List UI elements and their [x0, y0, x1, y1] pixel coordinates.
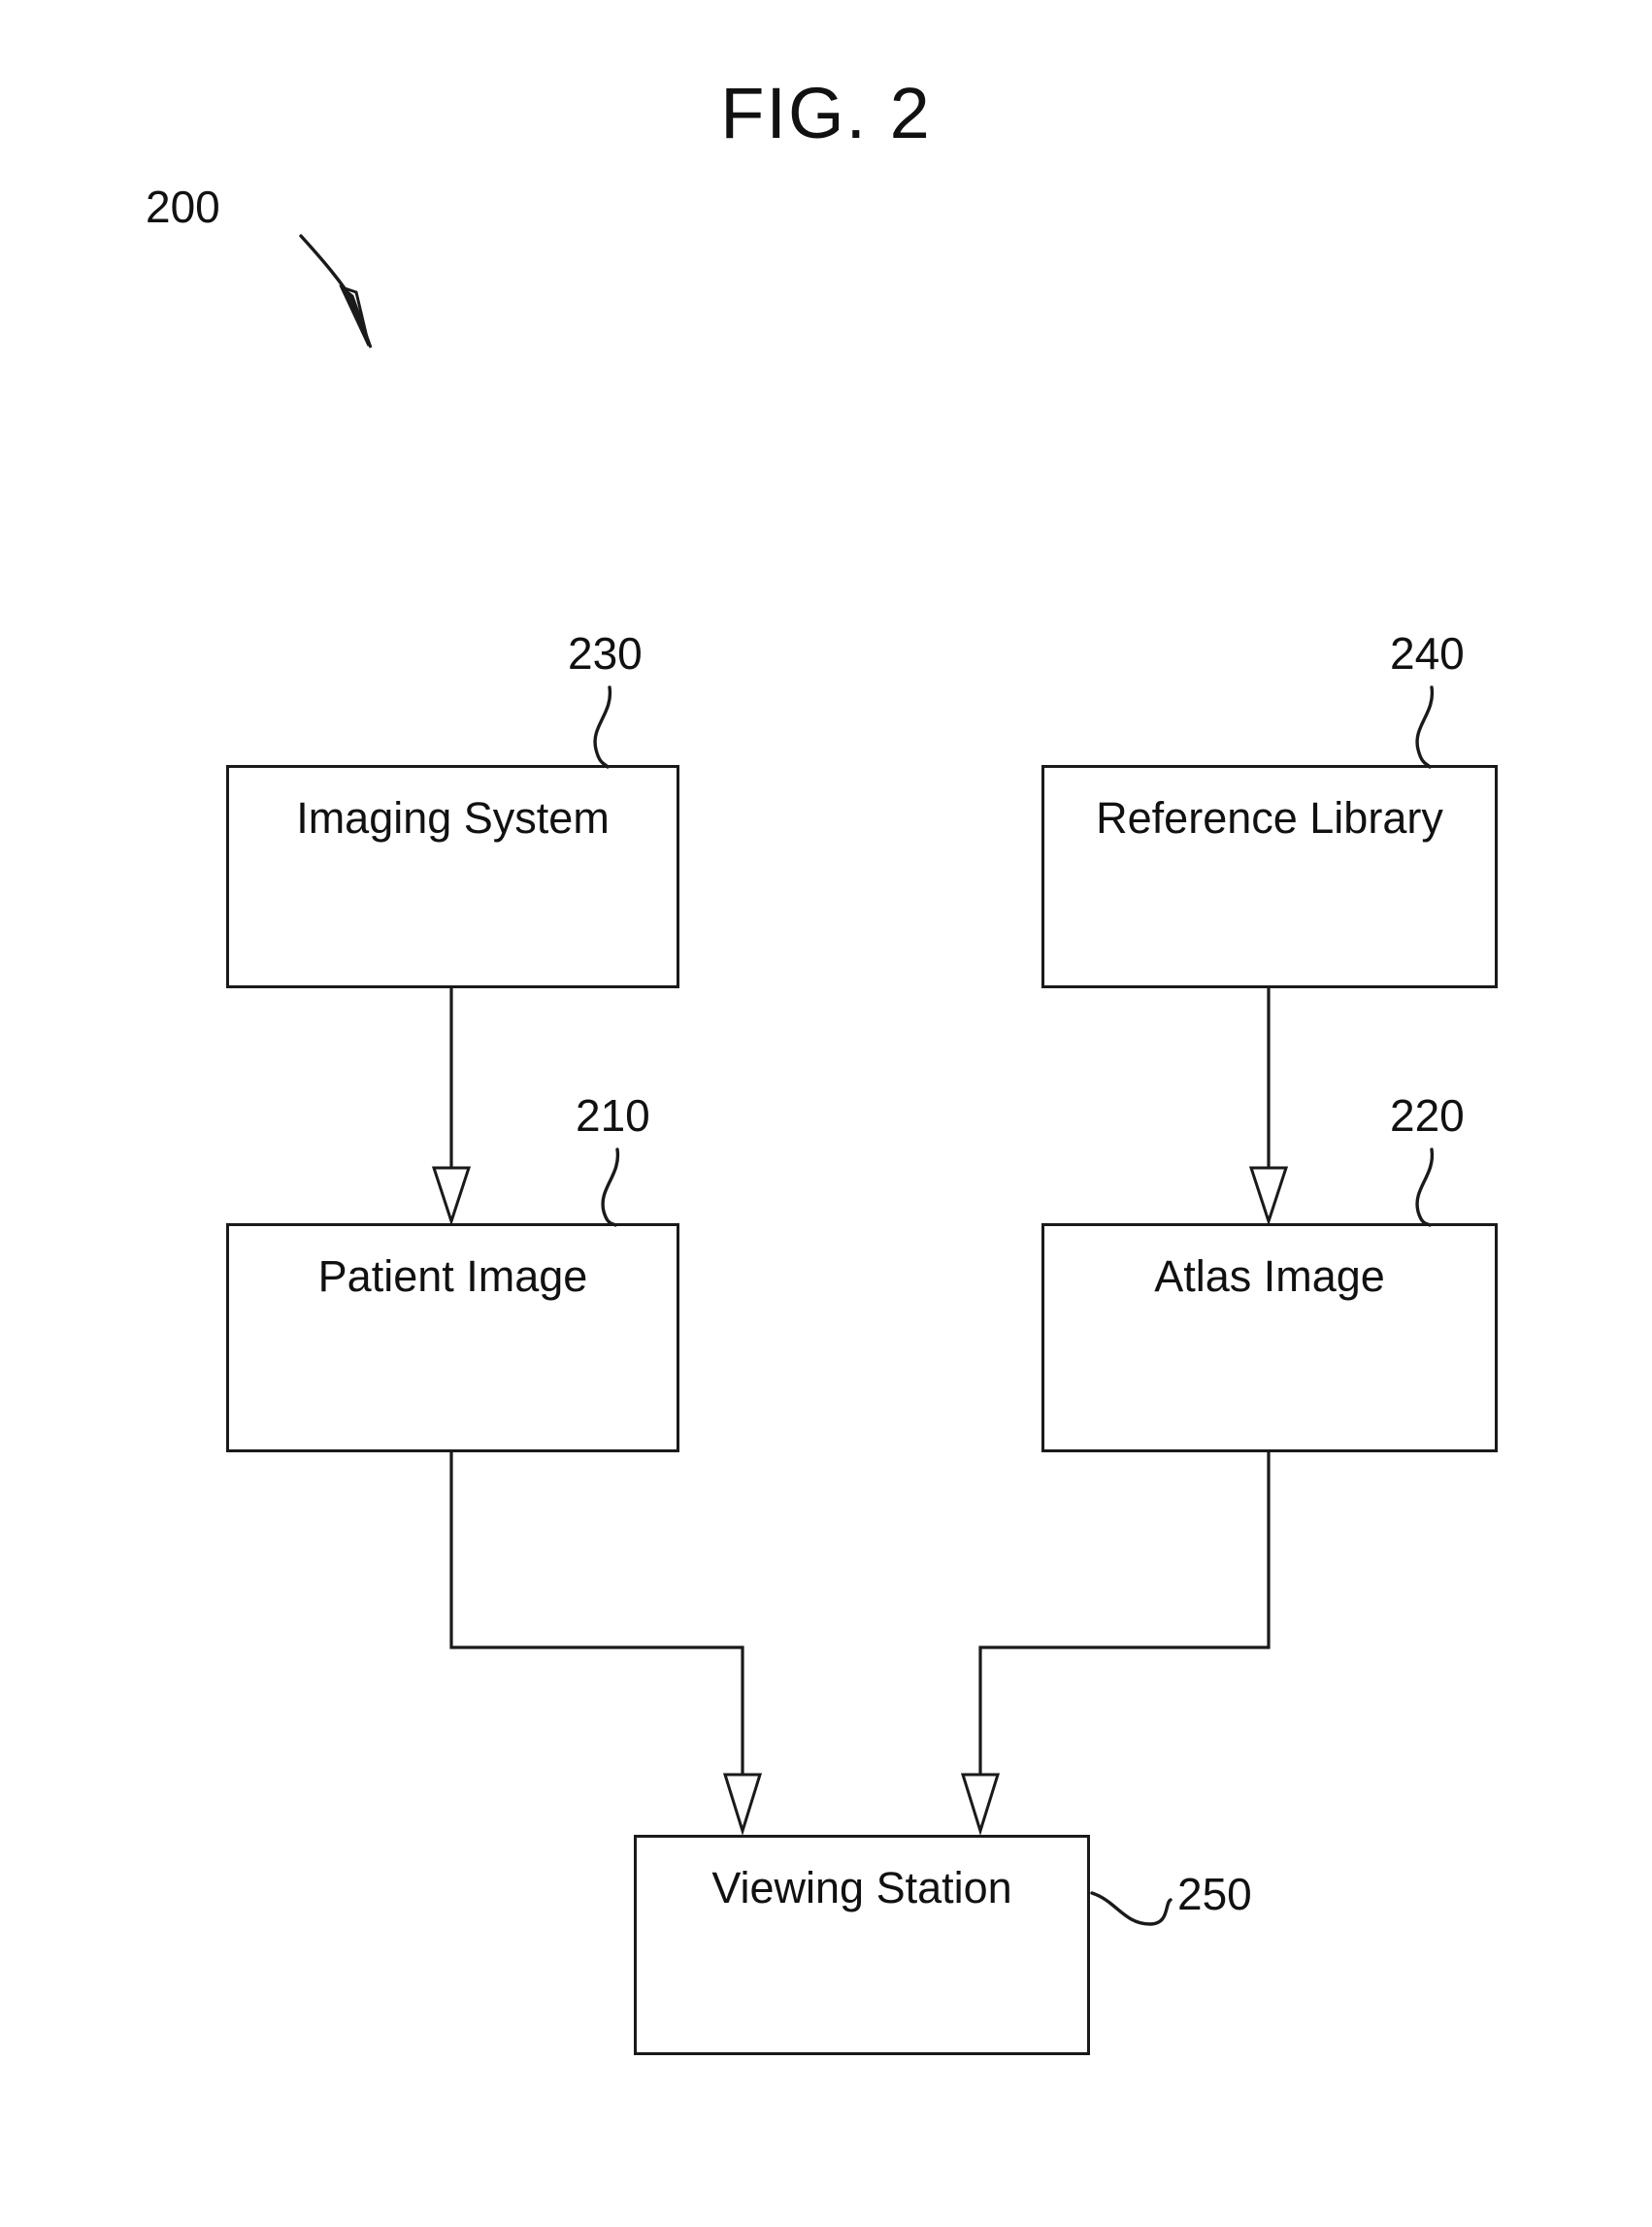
- node-patient-image-label: Patient Image: [317, 1251, 588, 1301]
- figure-title: FIG. 2: [720, 73, 932, 153]
- connector-imaging-system-to-patient-image: [431, 988, 472, 1226]
- leader-220: [1415, 1147, 1435, 1227]
- connector-reference-library-to-atlas-image: [1248, 988, 1289, 1226]
- connector-patient-image-to-viewing-station: [449, 1452, 763, 1837]
- reference-numeral-220: 220: [1390, 1090, 1465, 1141]
- node-reference-library: Reference Library: [1041, 765, 1498, 988]
- leader-240: [1415, 685, 1435, 769]
- reference-numeral-200: 200: [146, 182, 220, 232]
- node-atlas-image-label: Atlas Image: [1154, 1251, 1385, 1301]
- leader-210: [601, 1147, 620, 1227]
- leader-250: [1090, 1891, 1173, 1926]
- node-reference-library-label: Reference Library: [1096, 793, 1443, 843]
- leader-200-arrowhead-fill: [340, 285, 373, 349]
- node-imaging-system: Imaging System: [226, 765, 679, 988]
- arrowhead-viewing-station-right: [960, 1773, 1001, 1837]
- leader-230: [593, 685, 612, 769]
- arrowhead-atlas-image: [1248, 1166, 1289, 1226]
- patent-figure: FIG. 2 200 Imaging System Reference Libr…: [0, 0, 1652, 2227]
- node-atlas-image: Atlas Image: [1041, 1223, 1498, 1452]
- arrowhead-patient-image: [431, 1166, 472, 1226]
- node-patient-image: Patient Image: [226, 1223, 679, 1452]
- node-viewing-station-label: Viewing Station: [711, 1863, 1012, 1912]
- leader-200: [299, 234, 373, 349]
- reference-numeral-230: 230: [568, 628, 643, 679]
- leader-200-arrowhead: [339, 284, 371, 347]
- reference-numeral-250: 250: [1177, 1869, 1252, 1919]
- connector-atlas-image-to-viewing-station: [960, 1452, 1271, 1837]
- node-viewing-station: Viewing Station: [634, 1835, 1090, 2055]
- reference-numeral-240: 240: [1390, 628, 1465, 679]
- node-imaging-system-label: Imaging System: [296, 793, 610, 843]
- arrowhead-viewing-station-left: [722, 1773, 763, 1837]
- reference-numeral-210: 210: [576, 1090, 650, 1141]
